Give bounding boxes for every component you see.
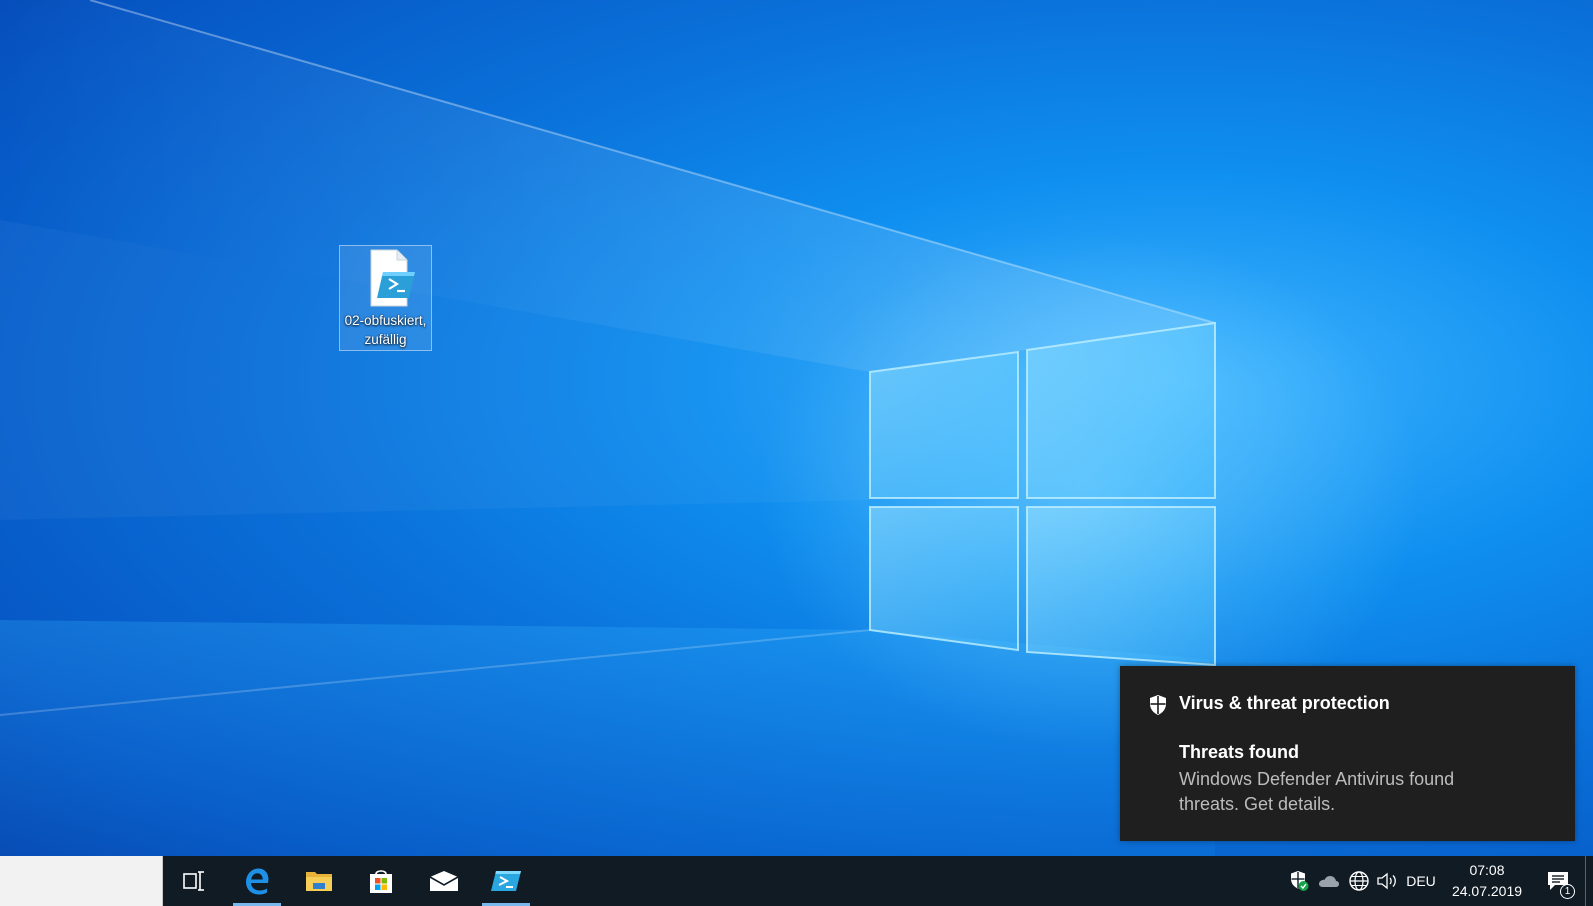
powershell-button[interactable] <box>480 856 532 906</box>
show-desktop-button[interactable] <box>1585 856 1593 906</box>
action-center-button[interactable]: 1 <box>1538 856 1578 906</box>
search-box[interactable] <box>0 856 163 906</box>
desktop-icon-file[interactable]: 02-obfuskiert, zufällig <box>339 245 432 351</box>
clock-date: 24.07.2019 <box>1451 883 1523 899</box>
edge-icon <box>246 868 269 895</box>
network-tray-button[interactable] <box>1345 856 1373 906</box>
taskbar: DEU 07:08 24.07.2019 1 <box>0 856 1593 906</box>
input-language-indicator[interactable]: DEU <box>1403 856 1439 906</box>
mail-icon <box>429 871 459 891</box>
notification-count-badge: 1 <box>1560 884 1575 899</box>
clock-time: 07:08 <box>1469 862 1505 878</box>
clock[interactable]: 07:08 24.07.2019 <box>1442 860 1532 904</box>
volume-icon <box>1377 872 1396 890</box>
defender-toast-notification[interactable]: Virus & threat protection Threats found … <box>1120 666 1575 841</box>
desktop-icon-label: 02-obfuskiert, zufällig <box>344 313 427 347</box>
file-explorer-icon <box>306 872 332 891</box>
mail-button[interactable] <box>418 856 470 906</box>
network-globe-icon <box>1349 871 1369 891</box>
toast-app-name: Virus & threat protection <box>1179 693 1390 713</box>
desktop[interactable]: 02-obfuskiert, zufällig Virus & threat p… <box>0 0 1593 906</box>
defender-tray-button[interactable] <box>1285 856 1313 906</box>
onedrive-tray-button[interactable] <box>1315 856 1343 906</box>
microsoft-store-icon <box>370 870 392 893</box>
onedrive-cloud-icon <box>1319 876 1339 887</box>
microsoft-store-button[interactable] <box>355 856 407 906</box>
edge-button[interactable] <box>231 856 283 906</box>
defender-shield-icon <box>1291 871 1309 891</box>
task-view-icon <box>183 871 204 891</box>
task-view-button[interactable] <box>168 856 220 906</box>
file-explorer-button[interactable] <box>293 856 345 906</box>
shield-icon <box>1150 695 1166 715</box>
powershell-script-file-icon <box>370 249 415 307</box>
toast-title: Threats found <box>1179 742 1299 762</box>
powershell-icon <box>491 871 521 891</box>
volume-tray-button[interactable] <box>1374 856 1402 906</box>
toast-body: Windows Defender Antivirus found threats… <box>1179 769 1455 814</box>
